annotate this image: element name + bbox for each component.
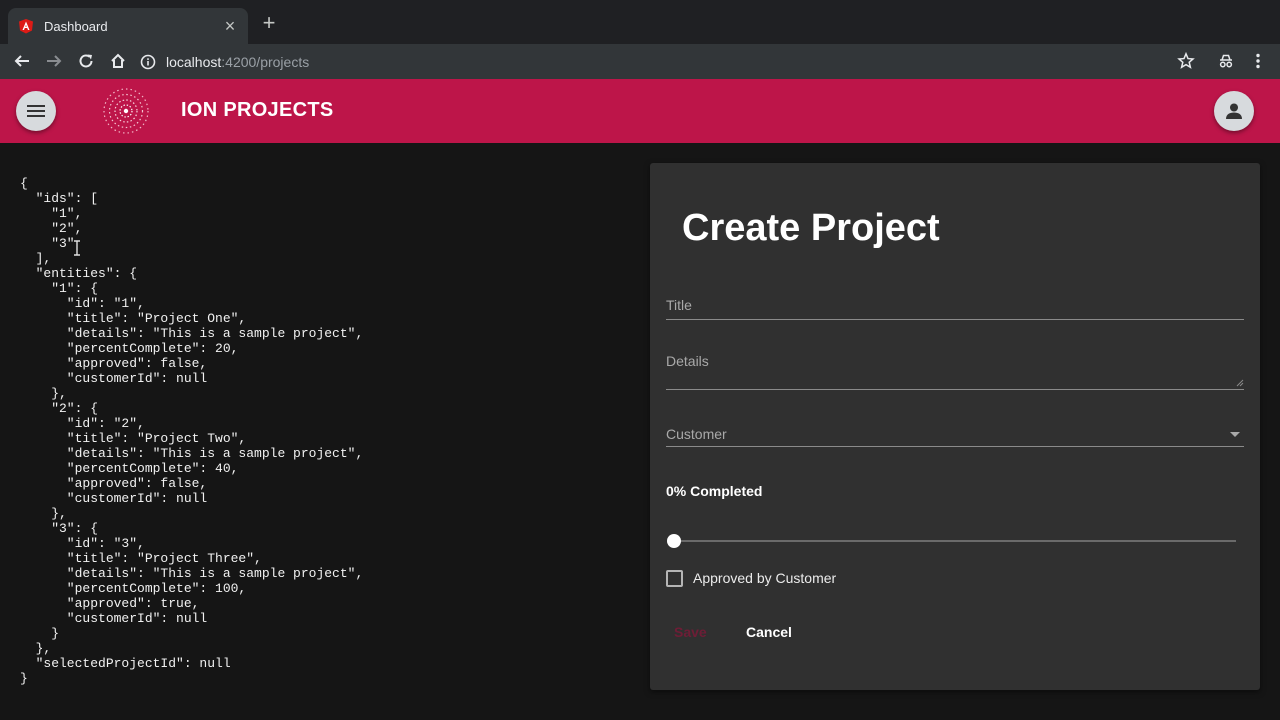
- url-path: :4200/projects: [221, 53, 310, 70]
- reload-icon[interactable]: [75, 50, 97, 72]
- percent-complete-slider[interactable]: [666, 531, 1236, 551]
- ion-logo: [103, 88, 149, 134]
- app-header: ION PROJECTS: [0, 79, 1280, 143]
- menu-button[interactable]: [16, 91, 56, 131]
- site-info-icon[interactable]: [140, 54, 156, 70]
- approved-checkbox[interactable]: [666, 569, 683, 587]
- title-field[interactable]: Title: [666, 293, 1244, 320]
- incognito-icon[interactable]: [1215, 50, 1237, 72]
- slider-track[interactable]: [674, 540, 1236, 542]
- browser-toolbar: localhost:4200/projects: [0, 44, 1280, 79]
- browser-tab-strip: Dashboard × +: [0, 0, 1280, 44]
- url-host: localhost: [166, 53, 222, 70]
- approved-checkbox-row[interactable]: Approved by Customer: [666, 569, 836, 587]
- progress-label: 0% Completed: [666, 483, 763, 499]
- url-text: localhost:4200/projects: [166, 54, 309, 70]
- hamburger-menu-icon: [27, 105, 45, 117]
- back-arrow-icon[interactable]: [11, 50, 33, 72]
- cancel-button[interactable]: Cancel: [746, 624, 792, 640]
- customer-select[interactable]: Customer: [666, 419, 1244, 447]
- close-tab-icon[interactable]: ×: [222, 17, 238, 35]
- save-button[interactable]: Save: [674, 624, 707, 640]
- customer-select-label: Customer: [666, 426, 727, 442]
- create-project-card: Create Project Title Details Customer 0%…: [650, 163, 1260, 690]
- user-account-icon: [1226, 103, 1242, 119]
- app-title: ION PROJECTS: [181, 99, 334, 121]
- approved-checkbox-label[interactable]: Approved by Customer: [693, 570, 836, 586]
- slider-thumb[interactable]: [667, 534, 681, 548]
- browser-tab[interactable]: Dashboard ×: [8, 8, 248, 44]
- resize-grip-icon[interactable]: [1236, 379, 1244, 387]
- details-textarea[interactable]: Details: [666, 349, 1244, 390]
- title-field-label: Title: [666, 297, 692, 313]
- home-icon[interactable]: [107, 50, 129, 72]
- bookmark-star-icon[interactable]: [1175, 50, 1197, 72]
- more-vert-icon[interactable]: [1247, 50, 1269, 72]
- card-title: Create Project: [682, 207, 940, 249]
- details-field-label: Details: [666, 353, 709, 369]
- user-account-button[interactable]: [1214, 91, 1254, 131]
- forward-arrow-icon[interactable]: [43, 50, 65, 72]
- tab-title: Dashboard: [44, 18, 108, 34]
- address-bar[interactable]: localhost:4200/projects: [140, 48, 1210, 75]
- dropdown-arrow-icon[interactable]: [1230, 432, 1240, 437]
- text-cursor-icon: [74, 240, 80, 256]
- new-tab-icon[interactable]: +: [258, 12, 280, 34]
- angular-icon: [19, 19, 33, 34]
